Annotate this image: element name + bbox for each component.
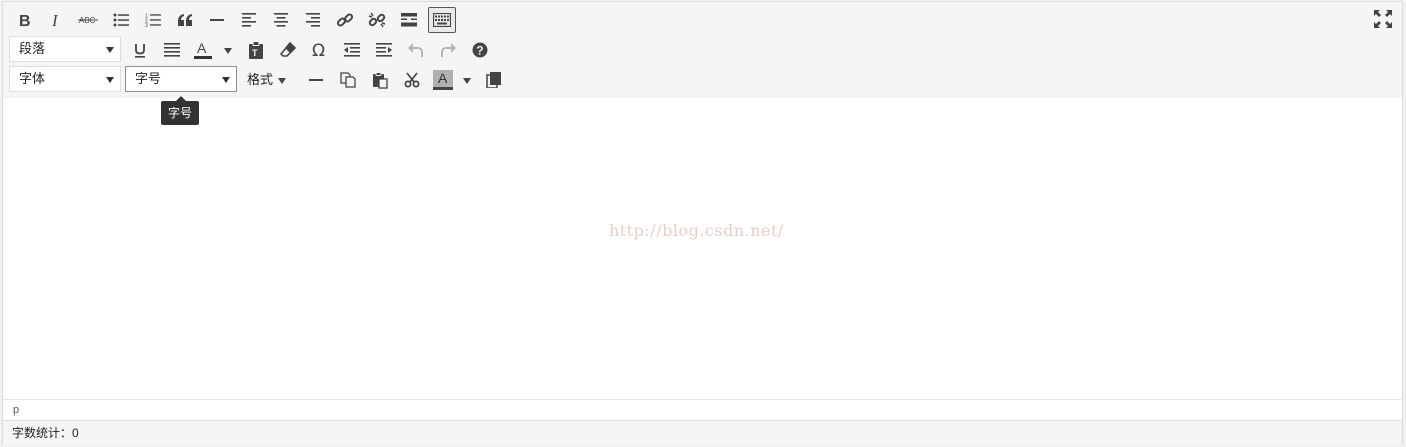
- numbered-list-button[interactable]: 123: [140, 7, 166, 33]
- chevron-down-icon: [222, 77, 230, 83]
- text-color-button[interactable]: A: [191, 37, 215, 63]
- paragraph-format-value: 段落: [19, 41, 46, 56]
- bold-button[interactable]: B: [11, 7, 37, 33]
- editor: B I ABC 123 段落 A T Ω ? 字体 字号 格式 A http:/…: [2, 1, 1403, 445]
- undo-icon: [408, 43, 423, 57]
- cut-button[interactable]: [399, 67, 425, 93]
- outdent-button[interactable]: [339, 37, 365, 63]
- paste-word-icon: [486, 72, 501, 88]
- quote-icon: [178, 14, 192, 26]
- editor-content-area[interactable]: http://blog.csdn.net/: [3, 98, 1402, 399]
- bold-icon: B: [19, 13, 31, 28]
- align-center-button[interactable]: [268, 7, 294, 33]
- svg-text:T: T: [252, 48, 258, 58]
- special-character-button[interactable]: Ω: [307, 37, 333, 63]
- svg-text:B: B: [19, 13, 31, 28]
- bullet-list-button[interactable]: [108, 7, 134, 33]
- fullscreen-button[interactable]: [1374, 10, 1394, 30]
- indent-icon: [376, 43, 392, 57]
- read-more-icon: [401, 13, 417, 27]
- paste-as-text-button[interactable]: T: [243, 37, 269, 63]
- indent-button[interactable]: [371, 37, 397, 63]
- align-justify-icon: [164, 43, 180, 57]
- copy-button[interactable]: [335, 67, 361, 93]
- background-color-icon: A: [433, 70, 453, 90]
- underline-button[interactable]: [127, 37, 153, 63]
- word-count: 字数统计：0: [12, 426, 79, 440]
- svg-text:Ω: Ω: [312, 42, 325, 58]
- bullet-list-icon: [113, 13, 129, 27]
- insert-link-button[interactable]: [332, 7, 358, 33]
- format-menu-label: 格式: [247, 72, 274, 87]
- paste-text-icon: T: [249, 41, 263, 59]
- outdent-icon: [344, 43, 360, 57]
- paragraph-format-select[interactable]: 段落: [9, 36, 121, 62]
- horizontal-rule-button[interactable]: [204, 7, 230, 33]
- align-right-button[interactable]: [300, 7, 326, 33]
- italic-icon: I: [51, 12, 59, 28]
- horizontal-line-button[interactable]: [303, 67, 329, 93]
- numbered-list-icon: 123: [145, 14, 161, 27]
- align-right-icon: [306, 13, 320, 27]
- svg-text:3: 3: [145, 23, 148, 27]
- clear-formatting-button[interactable]: [275, 37, 301, 63]
- toolbar-row-1: B I ABC 123: [7, 6, 1387, 34]
- toolbar-row-3: 字体 字号 格式 A: [7, 66, 1387, 94]
- editor-toolbar: B I ABC 123 段落 A T Ω ? 字体 字号 格式 A: [3, 2, 1402, 99]
- font-family-select[interactable]: 字体: [9, 66, 121, 92]
- link-icon: [336, 13, 354, 27]
- align-center-icon: [274, 13, 288, 27]
- element-path-p[interactable]: p: [13, 404, 19, 416]
- background-color-dropdown-icon[interactable]: [463, 78, 471, 84]
- redo-button[interactable]: [435, 37, 461, 63]
- chevron-down-icon: [278, 77, 287, 84]
- horizontal-rule-icon: [210, 19, 224, 21]
- redo-icon: [441, 43, 456, 57]
- keyboard-icon: [433, 13, 451, 27]
- svg-text:A: A: [197, 41, 207, 56]
- align-justify-button[interactable]: [159, 37, 185, 63]
- watermark-text: http://blog.csdn.net/: [609, 221, 784, 240]
- paste-from-word-button[interactable]: [481, 67, 507, 93]
- unlink-icon: [368, 12, 386, 28]
- toolbar-row-2: 段落 A T Ω ?: [7, 36, 1387, 64]
- format-menu-button[interactable]: 格式: [247, 66, 287, 94]
- scissors-icon: [404, 72, 420, 88]
- font-size-tooltip: 字号: [161, 96, 200, 125]
- strikethrough-button[interactable]: ABC: [75, 7, 101, 33]
- paste-icon: [373, 71, 388, 89]
- paste-button[interactable]: [367, 67, 393, 93]
- fullscreen-icon: [1374, 10, 1392, 28]
- text-color-dropdown-icon[interactable]: [224, 48, 232, 54]
- italic-button[interactable]: I: [43, 7, 69, 33]
- text-color-icon: A: [194, 41, 212, 59]
- align-left-icon: [242, 13, 256, 27]
- svg-text:?: ?: [476, 44, 483, 58]
- background-color-button[interactable]: A: [431, 67, 455, 93]
- chevron-down-icon: [106, 77, 114, 83]
- font-size-select[interactable]: 字号: [125, 66, 237, 92]
- svg-text:A: A: [438, 70, 448, 86]
- svg-text:I: I: [51, 12, 59, 28]
- copy-icon: [340, 72, 356, 88]
- undo-button[interactable]: [403, 37, 429, 63]
- blockquote-button[interactable]: [172, 7, 198, 33]
- read-more-button[interactable]: [396, 7, 422, 33]
- element-path-bar: p: [3, 399, 1402, 419]
- omega-icon: Ω: [312, 42, 325, 58]
- eraser-icon: [280, 42, 296, 57]
- horizontal-rule-icon: [309, 79, 323, 81]
- strikethrough-icon: ABC: [78, 16, 98, 25]
- remove-link-button[interactable]: [364, 7, 390, 33]
- chevron-down-icon: [106, 47, 114, 53]
- font-family-value: 字体: [19, 71, 46, 86]
- align-left-button[interactable]: [236, 7, 262, 33]
- underline-icon: [135, 44, 145, 58]
- help-button[interactable]: ?: [467, 37, 493, 63]
- font-size-value: 字号: [135, 71, 162, 86]
- toolbar-toggle-button[interactable]: [428, 7, 456, 33]
- help-icon: ?: [472, 42, 488, 58]
- status-bar: 字数统计：0: [3, 420, 1402, 445]
